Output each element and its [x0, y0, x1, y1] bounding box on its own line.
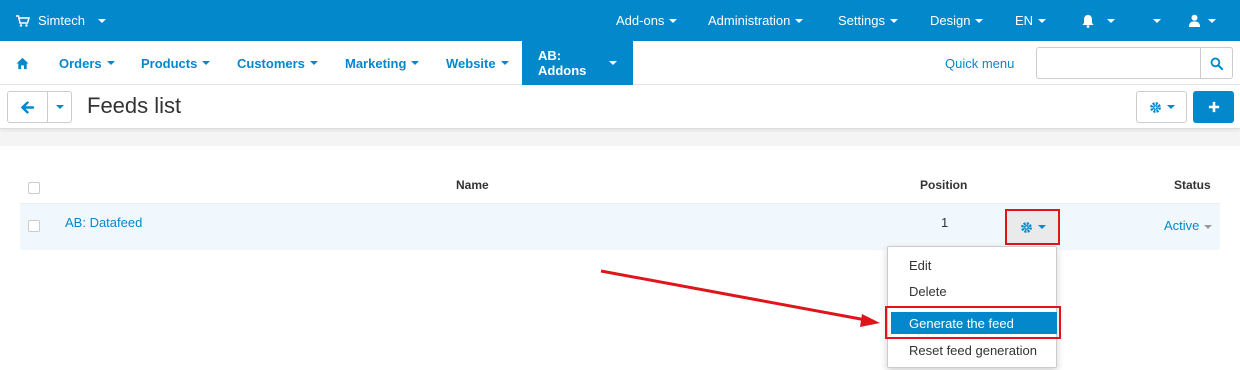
- topnav-language[interactable]: EN: [1015, 0, 1047, 41]
- feed-name-link[interactable]: AB: Datafeed: [65, 215, 142, 230]
- nav-marketing[interactable]: Marketing: [345, 41, 420, 85]
- topnav-addons-label: Add-ons: [616, 13, 665, 28]
- menu-item-reset-feed-generation[interactable]: Reset feed generation: [888, 339, 1056, 361]
- cart-icon: [16, 14, 30, 27]
- nav-ab-addons[interactable]: AB: Addons: [522, 41, 633, 85]
- status-label: Active: [1164, 218, 1200, 233]
- nav-website[interactable]: Website: [446, 41, 509, 85]
- topnav-administration-label: Administration: [708, 13, 791, 28]
- menu-item-delete[interactable]: Delete: [888, 280, 1056, 302]
- chevron-down-icon: [411, 61, 420, 65]
- topnav-administration[interactable]: Administration: [708, 0, 804, 41]
- bell-icon: [1082, 14, 1094, 28]
- page-title: Feeds list: [87, 93, 182, 118]
- chevron-down-icon: [56, 105, 64, 109]
- topnav-addons[interactable]: Add-ons: [616, 0, 678, 41]
- chevron-down-icon: [975, 18, 984, 23]
- nav-website-label: Website: [446, 55, 496, 71]
- chevron-down-icon: [1153, 18, 1161, 23]
- chevron-down-icon: [1037, 225, 1046, 229]
- row-checkbox[interactable]: [28, 220, 40, 232]
- top-bar: Simtech Add-ons Administration Settings …: [0, 0, 1240, 41]
- column-header-status: Status: [1174, 178, 1211, 192]
- chevron-down-icon: [795, 18, 804, 23]
- topnav-design-label: Design: [930, 13, 971, 28]
- user-menu[interactable]: [1188, 0, 1216, 41]
- row-actions-button[interactable]: [1005, 209, 1060, 245]
- user-icon: [1188, 14, 1201, 27]
- status-dropdown[interactable]: Active: [1164, 218, 1213, 233]
- chevron-down-icon: [97, 18, 106, 23]
- topnav-language-label: EN: [1015, 13, 1034, 28]
- store-selector[interactable]: Simtech: [16, 0, 106, 41]
- search-icon: [1210, 57, 1223, 70]
- gear-icon: [1020, 221, 1032, 233]
- search-input[interactable]: [1037, 48, 1201, 78]
- nav-ab-addons-label: AB: Addons: [538, 48, 587, 78]
- extra-menu[interactable]: [1148, 0, 1161, 41]
- annotation-highlight-box: [885, 306, 1061, 339]
- back-history-dropdown[interactable]: [48, 91, 72, 123]
- chevron-down-icon: [609, 61, 617, 65]
- chevron-down-icon: [1208, 18, 1216, 23]
- settings-dropdown-button[interactable]: [1136, 91, 1187, 123]
- chevron-down-icon: [500, 61, 509, 65]
- chevron-down-icon: [889, 18, 898, 23]
- home-button[interactable]: [16, 41, 29, 85]
- chevron-down-icon: [1204, 224, 1213, 229]
- column-header-name: Name: [456, 178, 489, 192]
- search-box: [1036, 47, 1233, 79]
- topnav-settings-label: Settings: [838, 13, 885, 28]
- select-all-checkbox[interactable]: [28, 182, 40, 194]
- add-feed-button[interactable]: [1193, 91, 1234, 123]
- menu-item-edit[interactable]: Edit: [888, 254, 1056, 276]
- gear-icon: [1149, 101, 1161, 113]
- chevron-down-icon: [106, 61, 115, 65]
- plus-icon: [1208, 101, 1219, 113]
- nav-orders[interactable]: Orders: [59, 41, 115, 85]
- nav-marketing-label: Marketing: [345, 55, 407, 71]
- column-header-position: Position: [920, 178, 968, 192]
- nav-products[interactable]: Products: [141, 41, 211, 85]
- arrow-left-icon: [21, 100, 34, 114]
- chevron-down-icon: [309, 61, 318, 65]
- main-nav: Orders Products Customers Marketing Webs…: [0, 41, 1240, 85]
- quick-menu-link[interactable]: Quick menu: [945, 41, 1014, 85]
- store-name: Simtech: [38, 13, 85, 28]
- chevron-down-icon: [202, 61, 211, 65]
- title-bar: Feeds list: [0, 85, 1240, 129]
- chevron-down-icon: [1107, 18, 1115, 23]
- nav-customers[interactable]: Customers: [237, 41, 318, 85]
- chevron-down-icon: [669, 18, 678, 23]
- home-icon: [16, 57, 29, 69]
- nav-orders-label: Orders: [59, 55, 102, 71]
- chevron-down-icon: [1166, 105, 1175, 109]
- search-button[interactable]: [1200, 48, 1232, 78]
- feed-position: 1: [941, 215, 949, 230]
- nav-customers-label: Customers: [237, 55, 305, 71]
- chevron-down-icon: [1038, 18, 1047, 23]
- nav-products-label: Products: [141, 55, 198, 71]
- topnav-settings[interactable]: Settings: [838, 0, 898, 41]
- notifications-menu[interactable]: [1081, 0, 1115, 41]
- topnav-design[interactable]: Design: [930, 0, 984, 41]
